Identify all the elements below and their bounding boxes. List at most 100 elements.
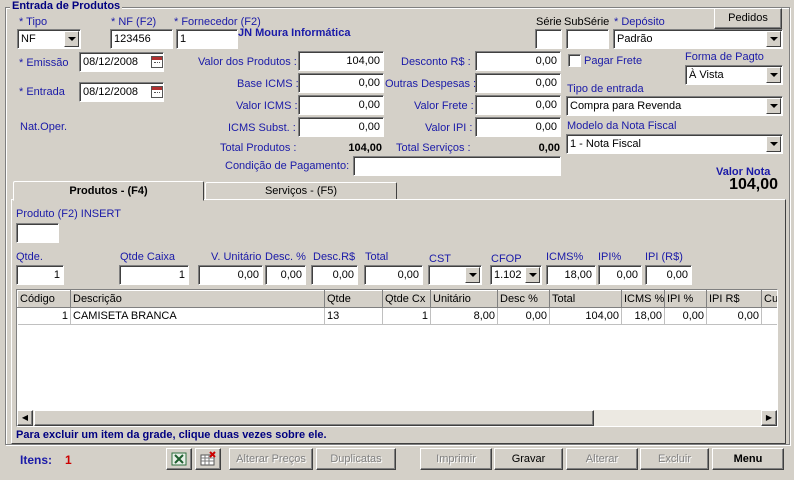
ipi-pct-input[interactable]: 0,00 [598, 265, 642, 285]
delete-items-button[interactable] [195, 448, 221, 470]
imprimir-button[interactable]: Imprimir [420, 448, 492, 470]
table-row[interactable]: 1 CAMISETA BRANCA 13 1 8,00 0,00 104,00 … [17, 307, 777, 325]
ipi-pct-label: IPI% [598, 251, 622, 263]
tipo-select[interactable]: NF [17, 29, 81, 49]
chevron-down-icon[interactable] [766, 31, 781, 47]
desconto-label: Desconto R$ : [401, 56, 471, 68]
col-header[interactable]: Código [17, 290, 71, 308]
col-header[interactable]: ICMS % [621, 290, 665, 308]
total-produtos-value: 104,00 [348, 142, 382, 154]
chevron-down-icon[interactable] [465, 267, 480, 283]
cfop-select[interactable]: 1.102 [490, 265, 542, 285]
total-input[interactable]: 0,00 [364, 265, 423, 285]
scroll-right-button[interactable]: ▶ [761, 410, 777, 426]
tipo-entrada-label: Tipo de entrada [567, 83, 644, 95]
qtde-label: Qtde. [16, 251, 43, 263]
col-header[interactable]: IPI R$ [706, 290, 762, 308]
serie-input[interactable] [535, 29, 562, 49]
excel-export-button[interactable] [166, 448, 192, 470]
outras-despesas-label: Outras Despesas : [385, 78, 477, 90]
base-icms-input[interactable]: 0,00 [298, 73, 384, 93]
chevron-down-icon[interactable] [766, 67, 781, 83]
chevron-down-icon[interactable] [766, 98, 781, 114]
pedidos-button[interactable]: Pedidos [714, 8, 782, 29]
col-header[interactable]: Desc % [497, 290, 550, 308]
modelo-nf-select[interactable]: 1 - Nota Fiscal [566, 134, 783, 154]
menu-button[interactable]: Menu [712, 448, 784, 470]
desconto-input[interactable]: 0,00 [475, 51, 561, 71]
cell-unitario: 8,00 [430, 307, 498, 325]
forma-pagto-select[interactable]: À Vista [685, 65, 783, 85]
col-header[interactable]: Unitário [430, 290, 498, 308]
ipi-rs-input[interactable]: 0,00 [645, 265, 692, 285]
alterar-button[interactable]: Alterar [566, 448, 638, 470]
cell-icms-pct: 18,00 [621, 307, 665, 325]
produto-label: Produto (F2) INSERT [16, 208, 121, 220]
produto-input[interactable] [16, 223, 59, 243]
valor-produtos-input[interactable]: 104,00 [298, 51, 384, 71]
valor-ipi-input[interactable]: 0,00 [475, 117, 561, 137]
col-header[interactable]: Qtde [324, 290, 383, 308]
tipo-label: * Tipo [19, 16, 48, 28]
valor-frete-label: Valor Frete : [414, 100, 474, 112]
outras-despesas-input[interactable]: 0,00 [475, 73, 561, 93]
tab-produtos-label: Produtos - (F4) [69, 185, 148, 197]
duplicatas-button[interactable]: Duplicatas [316, 448, 396, 470]
alterar-precos-button[interactable]: Alterar Preços [229, 448, 313, 470]
tab-produtos[interactable]: Produtos - (F4) [13, 181, 204, 201]
pagar-frete-checkbox[interactable] [568, 54, 581, 67]
base-icms-label: Base ICMS : [237, 78, 299, 90]
col-header[interactable]: IPI % [664, 290, 707, 308]
cst-select[interactable] [428, 265, 482, 285]
nf-input[interactable]: 123456 [110, 29, 173, 49]
qtde-input[interactable]: 1 [16, 265, 64, 285]
forma-pagto-value: À Vista [689, 69, 724, 81]
qtde-caixa-label: Qtde Caixa [120, 251, 176, 263]
items-grid[interactable]: Código Descrição Qtde Qtde Cx Unitário D… [16, 289, 778, 427]
excluir-button[interactable]: Excluir [640, 448, 709, 470]
fornecedor-name: JN Moura Informática [238, 27, 351, 39]
col-header[interactable]: Total [549, 290, 622, 308]
fornecedor-input[interactable]: 1 [176, 29, 238, 49]
icms-subst-input[interactable]: 0,00 [298, 117, 384, 137]
total-produtos-label: Total Produtos : [220, 142, 297, 154]
tipo-entrada-select[interactable]: Compra para Revenda [566, 96, 783, 116]
subserie-input[interactable] [566, 29, 609, 49]
valor-icms-input[interactable]: 0,00 [298, 95, 384, 115]
gravar-button[interactable]: Gravar [494, 448, 563, 470]
horizontal-scrollbar[interactable]: ◀ ▶ [17, 410, 777, 426]
icms-pct-input[interactable]: 18,00 [546, 265, 596, 285]
calendar-icon[interactable] [151, 86, 163, 98]
condicao-pagamento-input[interactable] [353, 156, 561, 176]
cell-ipi-pct: 0,00 [664, 307, 707, 325]
deposito-select[interactable]: Padrão [613, 29, 783, 49]
pagar-frete-label: Pagar Frete [584, 55, 643, 67]
icms-pct-label: ICMS% [546, 251, 584, 263]
col-header[interactable]: Descrição [70, 290, 325, 308]
excel-icon [171, 452, 187, 466]
tab-servicos[interactable]: Serviços - (F5) [205, 182, 397, 199]
v-unitario-input[interactable]: 0,00 [198, 265, 263, 285]
deposito-value: Padrão [617, 33, 653, 45]
col-header[interactable]: Cu [761, 290, 777, 308]
valor-frete-input[interactable]: 0,00 [475, 95, 561, 115]
qtde-caixa-input[interactable]: 1 [119, 265, 189, 285]
cell-ipi-rs: 0,00 [706, 307, 762, 325]
chevron-down-icon[interactable] [525, 267, 540, 283]
scroll-thumb[interactable] [34, 410, 594, 426]
grid-delete-icon [200, 451, 216, 466]
chevron-down-icon[interactable] [64, 31, 79, 47]
subserie-label: SubSérie [564, 16, 610, 28]
ipi-rs-label: IPI (R$) [645, 251, 683, 263]
grid-hint: Para excluir um item da grade, clique du… [16, 429, 327, 441]
col-header[interactable]: Qtde Cx [382, 290, 431, 308]
cell-codigo: 1 [17, 307, 71, 325]
scroll-left-button[interactable]: ◀ [17, 410, 33, 426]
chevron-down-icon[interactable] [766, 136, 781, 152]
condicao-pagamento-label: Condição de Pagamento: [225, 160, 350, 172]
desc-rs-input[interactable]: 0,00 [311, 265, 358, 285]
calendar-icon[interactable] [151, 56, 163, 68]
desc-pct-input[interactable]: 0,00 [265, 265, 306, 285]
cell-desc-pct: 0,00 [497, 307, 550, 325]
nf-label: * NF (F2) [111, 16, 157, 28]
